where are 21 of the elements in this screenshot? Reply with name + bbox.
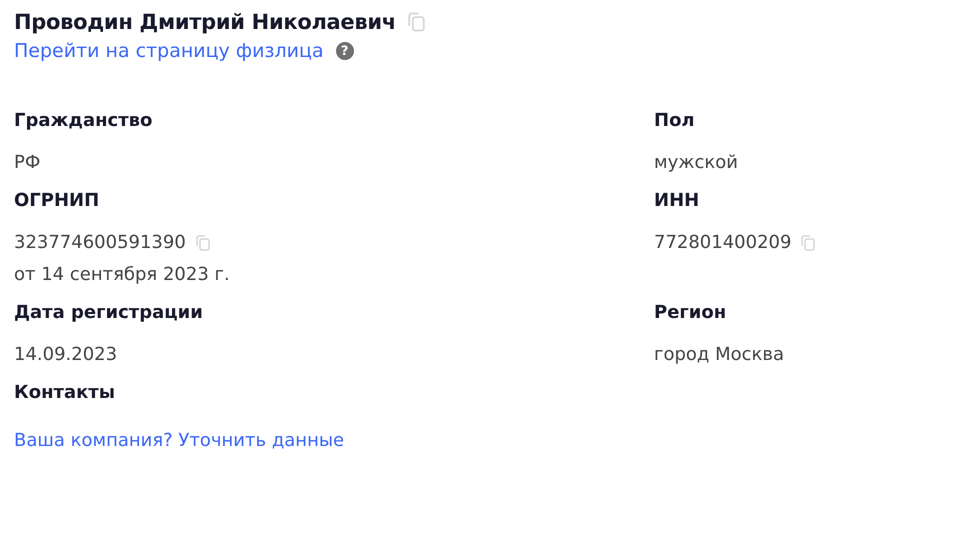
field-label: Пол xyxy=(654,110,696,133)
profile-link[interactable]: Перейти на страницу физлица xyxy=(14,40,324,62)
field-label: Контакты xyxy=(14,382,116,405)
update-data-link[interactable]: Ваша компания? Уточнить данные xyxy=(14,430,344,451)
copy-icon[interactable] xyxy=(801,235,816,251)
field-value: 14.09.2023 xyxy=(14,343,118,367)
person-name: Проводин Дмитрий Николаевич xyxy=(14,10,396,34)
field-label: Гражданство xyxy=(14,110,154,133)
field-value: РФ xyxy=(14,151,40,175)
field-value: мужской xyxy=(654,151,738,175)
field-label: ОГРНИП xyxy=(14,190,100,213)
copy-icon[interactable] xyxy=(196,235,210,251)
field-value: город Москва xyxy=(654,343,784,367)
help-icon[interactable]: ? xyxy=(336,42,354,60)
field-value: 323774600591390 xyxy=(14,231,186,255)
field-label: Регион xyxy=(654,302,728,325)
field-label: ИНН xyxy=(654,190,700,213)
field-value: 772801400209 xyxy=(654,231,792,255)
copy-icon[interactable] xyxy=(408,12,425,32)
field-label: Дата регистрации xyxy=(14,302,204,325)
field-note: от 14 сентября 2023 г. xyxy=(14,263,231,287)
